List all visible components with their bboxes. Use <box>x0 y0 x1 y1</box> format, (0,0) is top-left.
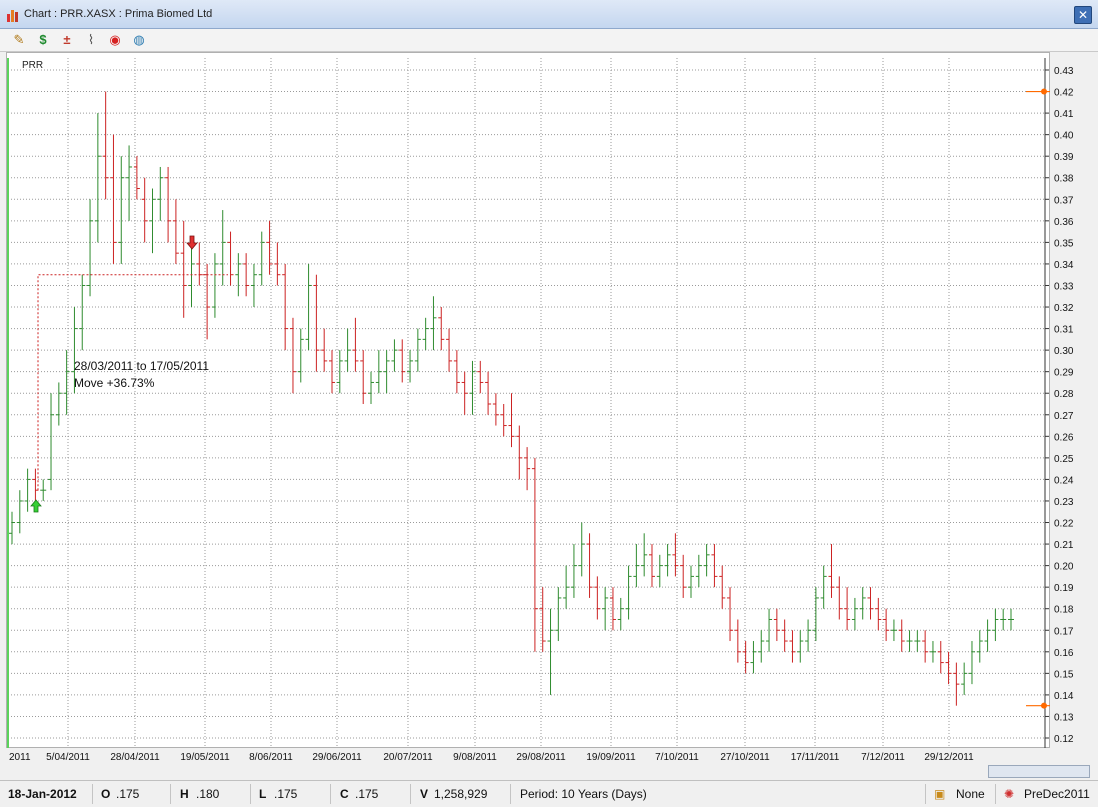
open-label: O <box>101 787 111 801</box>
y-tick-label: 0.30 <box>1054 346 1074 357</box>
x-tick-label: 9/08/2011 <box>453 752 497 763</box>
y-tick-label: 0.19 <box>1054 583 1074 594</box>
price-chart: 0.12 0.13 0.14 0.15 0.16 0.17 0.18 0.19 0.20 0.21… <box>7 58 1074 763</box>
buy-arrow-icon <box>30 499 42 513</box>
y-tick-label: 0.42 <box>1054 88 1074 99</box>
x-tick-label: 2011 <box>9 752 31 763</box>
status-bar: 18-Jan-2012 O .175 H .180 L .175 C .175 … <box>0 780 1098 807</box>
y-tick-label: 0.13 <box>1054 712 1074 723</box>
open-value: .175 <box>116 787 140 801</box>
y-tick-label: 0.25 <box>1054 454 1074 465</box>
y-tick-label: 0.28 <box>1054 389 1074 400</box>
horizontal-scrollbar[interactable] <box>988 765 1090 778</box>
y-tick-label: 0.40 <box>1054 131 1074 142</box>
y-tick-label: 0.24 <box>1054 475 1074 486</box>
y-tick-label: 0.27 <box>1054 411 1074 422</box>
annotation-range: 28/03/2011 to 17/05/2011 <box>74 359 209 373</box>
y-tick-label: 0.31 <box>1054 325 1074 336</box>
y-tick-label: 0.39 <box>1054 152 1074 163</box>
x-tick-label: 28/04/2011 <box>110 752 160 763</box>
y-tick-label: 0.21 <box>1054 540 1074 551</box>
series-label: PRR <box>22 60 43 71</box>
template-name[interactable]: None <box>956 787 985 801</box>
x-tick-label: 19/09/2011 <box>586 752 636 763</box>
x-tick-label: 27/10/2011 <box>720 752 770 763</box>
low-label: L <box>259 787 267 801</box>
y-tick-label: 0.33 <box>1054 281 1074 292</box>
y-tick-label: 0.37 <box>1054 195 1074 206</box>
y-tick-label: 0.17 <box>1054 626 1074 637</box>
y-tick-label: 0.43 <box>1054 66 1074 77</box>
high-label: H <box>180 787 189 801</box>
y-tick-label: 0.35 <box>1054 238 1074 249</box>
x-tick-label: 29/06/2011 <box>312 752 362 763</box>
template-icon[interactable]: ▣ <box>934 787 945 801</box>
layout-icon[interactable]: ✺ <box>1004 787 1014 801</box>
y-tick-label: 0.15 <box>1054 669 1074 680</box>
y-tick-label: 0.14 <box>1054 691 1074 702</box>
x-tick-label: 8/06/2011 <box>249 752 293 763</box>
y-tick-label: 0.34 <box>1054 260 1074 271</box>
y-tick-label: 0.29 <box>1054 368 1074 379</box>
x-tick-label: 29/08/2011 <box>516 752 566 763</box>
volume-label: V <box>420 787 429 801</box>
y-tick-label: 0.38 <box>1054 174 1074 185</box>
y-tick-label: 0.20 <box>1054 562 1074 573</box>
x-tick-label: 5/04/2011 <box>46 752 90 763</box>
x-tick-label: 29/12/2011 <box>924 752 974 763</box>
high-value: .180 <box>196 787 220 801</box>
y-tick-label: 0.41 <box>1054 109 1074 120</box>
close-label: C <box>340 787 349 801</box>
x-tick-label: 7/10/2011 <box>655 752 699 763</box>
y-tick-label: 0.16 <box>1054 648 1074 659</box>
x-tick-label: 7/12/2011 <box>861 752 905 763</box>
y-tick-label: 0.22 <box>1054 519 1074 530</box>
y-tick-label: 0.23 <box>1054 497 1074 508</box>
left-edge-indicator <box>7 58 9 748</box>
volume-value: 1,258,929 <box>434 787 488 801</box>
low-value: .175 <box>274 787 298 801</box>
price-marker-dot-upper <box>1041 88 1047 95</box>
y-tick-label: 0.18 <box>1054 605 1074 616</box>
x-tick-label: 20/07/2011 <box>383 752 433 763</box>
y-tick-label: 0.12 <box>1054 734 1074 745</box>
status-date: 18-Jan-2012 <box>8 787 77 801</box>
y-tick-label: 0.36 <box>1054 217 1074 228</box>
y-tick-label: 0.32 <box>1054 303 1074 314</box>
x-tick-label: 17/11/2011 <box>791 752 840 763</box>
layout-name[interactable]: PreDec2011 <box>1024 787 1090 801</box>
y-tick-label: 0.26 <box>1054 432 1074 443</box>
period-text[interactable]: Period: 10 Years (Days) <box>520 787 647 801</box>
close-value: .175 <box>355 787 379 801</box>
x-tick-label: 19/05/2011 <box>180 752 230 763</box>
price-marker-dot-lower <box>1041 702 1047 709</box>
annotation-move: Move +36.73% <box>74 376 155 390</box>
